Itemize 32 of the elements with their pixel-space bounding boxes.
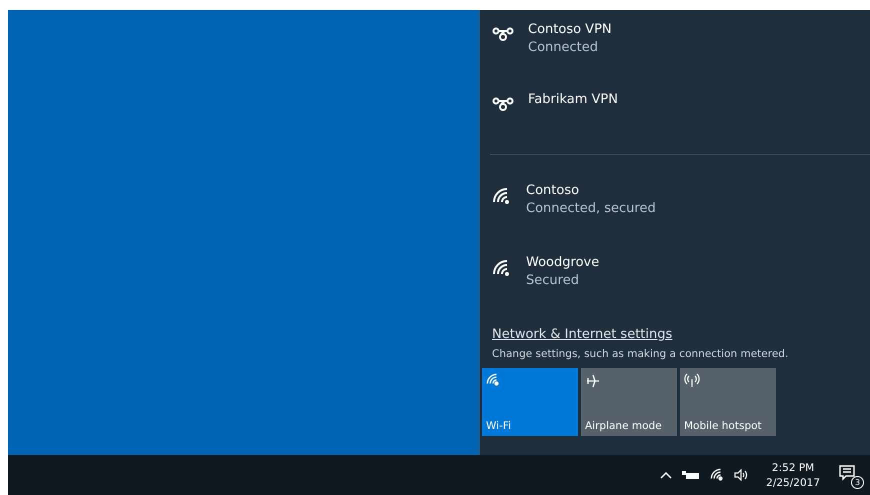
network-status: Secured <box>526 273 580 288</box>
quick-action-tile[interactable]: Mobile hotspot <box>680 368 776 436</box>
notification-count: 3 <box>851 476 864 489</box>
settings-description: Change settings, such as making a connection metered. <box>492 348 790 360</box>
airplane-icon <box>585 373 601 389</box>
vpn-item[interactable]: Contoso VPN Connected <box>480 22 870 92</box>
vpn-icon <box>492 26 514 42</box>
wifi-network-item[interactable]: Woodgrove Secured <box>480 255 870 327</box>
network-status: Connected, secured <box>526 201 656 216</box>
network-name: Woodgrove <box>526 255 600 270</box>
wifi-network-item[interactable]: Contoso Connected, secured <box>480 183 870 255</box>
time-text: 2:52 PM <box>772 462 814 474</box>
settings-link[interactable]: Network & Internet settings <box>492 327 672 342</box>
battery-icon[interactable] <box>682 470 700 480</box>
notification-icon <box>838 464 856 482</box>
hotspot-icon <box>684 373 700 387</box>
wifi-icon <box>486 373 500 387</box>
vpn-status: Connected <box>528 40 600 55</box>
quick-action-tile[interactable]: Airplane mode <box>581 368 677 436</box>
date-text: 2/25/2017 <box>766 476 820 488</box>
chevron-up-icon[interactable] <box>660 471 672 479</box>
quick-action-tile[interactable]: Wi-Fi <box>482 368 578 436</box>
clock[interactable]: 2:52 PM 2/25/2017 <box>766 462 820 488</box>
wifi-icon[interactable] <box>710 468 724 482</box>
network-name: Contoso <box>526 183 580 198</box>
wifi-icon <box>492 259 512 279</box>
vpn-icon <box>492 96 514 112</box>
wifi-icon <box>492 187 512 207</box>
vpn-name: Fabrikam VPN <box>528 92 618 107</box>
volume-icon[interactable] <box>734 469 748 481</box>
vpn-item[interactable]: Fabrikam VPN <box>480 92 870 150</box>
vpn-name: Contoso VPN <box>528 22 612 37</box>
